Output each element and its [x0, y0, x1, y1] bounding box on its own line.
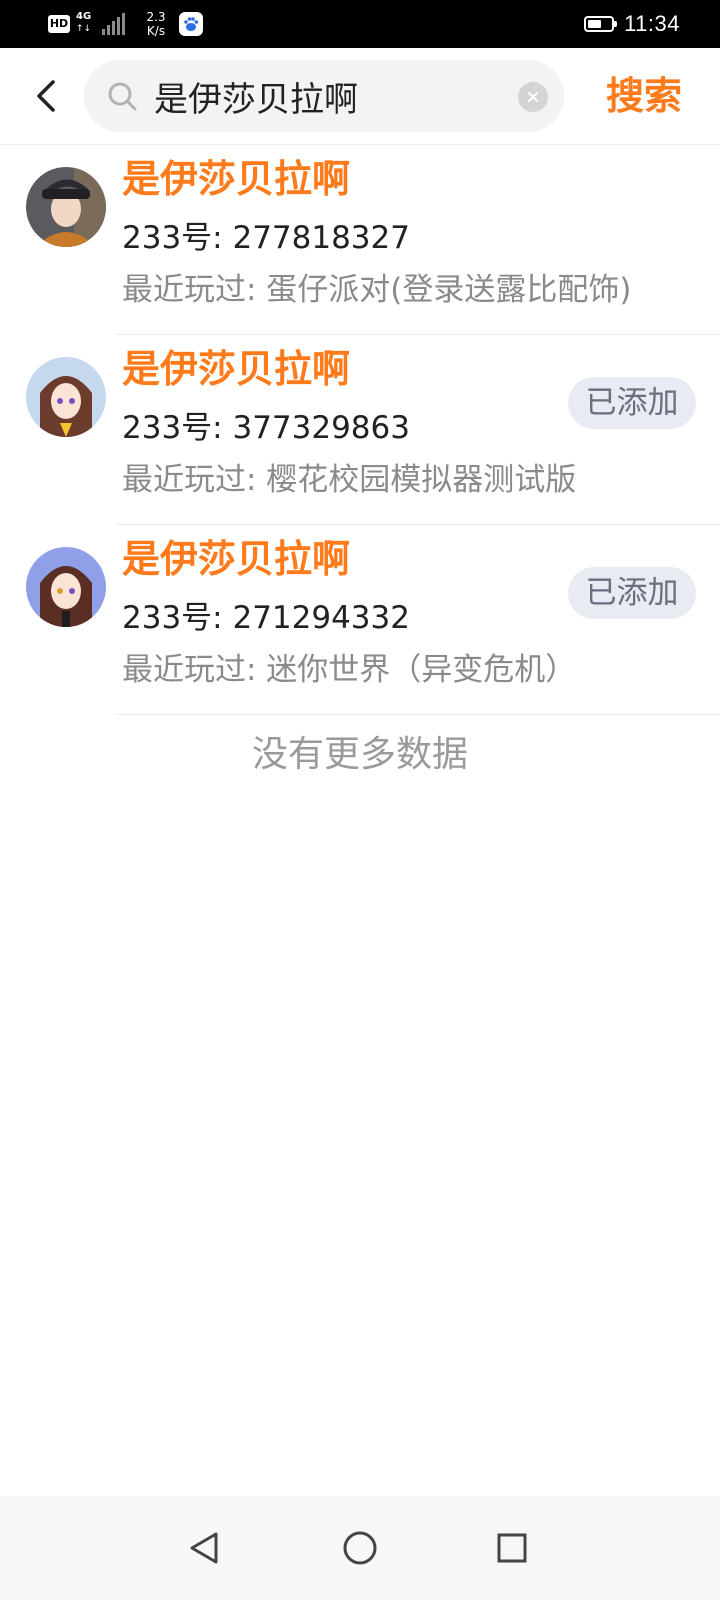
signal-strength-icon [102, 13, 127, 35]
result-row[interactable]: 是伊莎贝拉啊 233号: 271294332 最近玩过: 迷你世界（异变危机） … [0, 525, 720, 715]
added-status-badge: 已添加 [568, 567, 696, 619]
user-avatar [26, 547, 106, 627]
search-button[interactable]: 搜索 [592, 66, 696, 126]
result-recent-game: 最近玩过: 迷你世界（异变危机） [122, 652, 577, 688]
clear-icon [528, 92, 538, 102]
back-button[interactable] [24, 72, 68, 120]
search-icon [108, 82, 137, 111]
chevron-left-icon [37, 80, 55, 112]
search-header: 搜索 [0, 48, 720, 145]
status-clock: 11:34 [624, 11, 680, 36]
network-type-indicator: 4G ↑↓ [76, 11, 98, 37]
status-left-group: HD 4G ↑↓ 2.3 K/s [48, 8, 203, 40]
system-navigation-bar [0, 1496, 720, 1600]
result-row[interactable]: 是伊莎贝拉啊 233号: 377329863 最近玩过: 樱花校园模拟器测试版 … [0, 335, 720, 525]
hd-badge: HD [48, 15, 70, 33]
nav-recents-button[interactable] [490, 1526, 534, 1570]
search-box[interactable] [84, 60, 564, 132]
baidu-app-icon [179, 12, 203, 36]
back-triangle-icon [190, 1532, 218, 1564]
result-username: 是伊莎贝拉啊 [122, 157, 351, 201]
nav-home-button[interactable] [338, 1526, 382, 1570]
search-results-screen: HD 4G ↑↓ 2.3 K/s 11:34 是伊莎贝拉啊 搜索 是伊莎贝拉啊 … [0, 0, 720, 1600]
row-divider [116, 714, 720, 715]
battery-fill [588, 20, 602, 28]
search-input[interactable] [154, 72, 484, 120]
result-user-id: 233号: 377329863 [122, 410, 410, 446]
network-type-label: 4G [76, 11, 92, 22]
added-status-badge: 已添加 [568, 377, 696, 429]
no-more-data-text: 没有更多数据 [251, 734, 468, 775]
result-recent-game: 最近玩过: 樱花校园模拟器测试版 [122, 462, 577, 498]
status-right-group: 11:34 [584, 8, 680, 40]
user-avatar [26, 357, 106, 437]
result-recent-game: 最近玩过: 蛋仔派对(登录送露比配饰) [122, 272, 632, 308]
home-circle-icon [343, 1531, 377, 1565]
status-bar: HD 4G ↑↓ 2.3 K/s 11:34 [0, 0, 720, 48]
result-username: 是伊莎贝拉啊 [122, 537, 351, 581]
result-row[interactable]: 是伊莎贝拉啊 233号: 277818327 最近玩过: 蛋仔派对(登录送露比配… [0, 145, 720, 335]
clear-search-button[interactable] [518, 82, 548, 112]
network-activity-arrows: ↑↓ [76, 24, 92, 34]
result-user-id: 233号: 271294332 [122, 600, 410, 636]
network-speed-value: 2.3 [146, 10, 166, 24]
network-speed-unit: K/s [146, 24, 166, 38]
result-user-id: 233号: 277818327 [122, 220, 410, 256]
nav-back-button[interactable] [182, 1526, 226, 1570]
network-speed: 2.3 K/s [141, 10, 171, 38]
search-results-list: 是伊莎贝拉啊 233号: 277818327 最近玩过: 蛋仔派对(登录送露比配… [0, 145, 720, 795]
user-avatar [26, 167, 106, 247]
recents-square-icon [497, 1533, 527, 1563]
result-username: 是伊莎贝拉啊 [122, 347, 351, 391]
battery-icon [584, 16, 618, 32]
